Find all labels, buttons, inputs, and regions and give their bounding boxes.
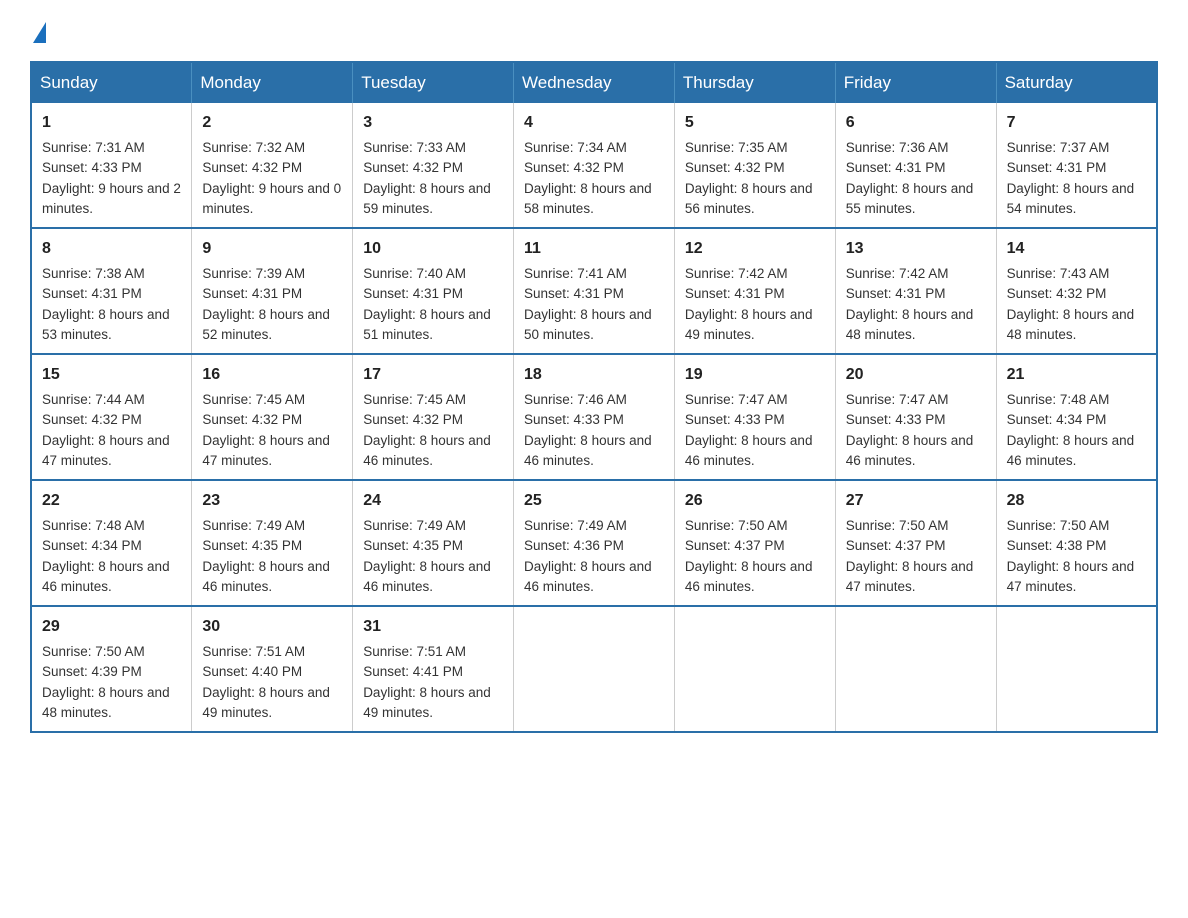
calendar-week-row: 1Sunrise: 7:31 AMSunset: 4:33 PMDaylight… [31,103,1157,228]
calendar-week-row: 8Sunrise: 7:38 AMSunset: 4:31 PMDaylight… [31,228,1157,354]
day-number: 28 [1007,489,1146,513]
calendar-cell: 24Sunrise: 7:49 AMSunset: 4:35 PMDayligh… [353,480,514,606]
day-number: 23 [202,489,342,513]
calendar-cell: 17Sunrise: 7:45 AMSunset: 4:32 PMDayligh… [353,354,514,480]
day-number: 7 [1007,111,1146,135]
calendar-cell [674,606,835,732]
calendar-cell [514,606,675,732]
calendar-cell: 21Sunrise: 7:48 AMSunset: 4:34 PMDayligh… [996,354,1157,480]
calendar-cell: 10Sunrise: 7:40 AMSunset: 4:31 PMDayligh… [353,228,514,354]
day-number: 15 [42,363,181,387]
calendar-cell: 30Sunrise: 7:51 AMSunset: 4:40 PMDayligh… [192,606,353,732]
calendar-cell [996,606,1157,732]
day-number: 16 [202,363,342,387]
calendar-cell: 18Sunrise: 7:46 AMSunset: 4:33 PMDayligh… [514,354,675,480]
calendar-cell: 4Sunrise: 7:34 AMSunset: 4:32 PMDaylight… [514,103,675,228]
day-number: 22 [42,489,181,513]
day-number: 20 [846,363,986,387]
calendar-cell: 6Sunrise: 7:36 AMSunset: 4:31 PMDaylight… [835,103,996,228]
calendar-cell: 11Sunrise: 7:41 AMSunset: 4:31 PMDayligh… [514,228,675,354]
calendar-cell: 28Sunrise: 7:50 AMSunset: 4:38 PMDayligh… [996,480,1157,606]
day-of-week-header: Wednesday [514,62,675,103]
day-number: 18 [524,363,664,387]
day-number: 4 [524,111,664,135]
calendar-cell [835,606,996,732]
calendar-table: SundayMondayTuesdayWednesdayThursdayFrid… [30,61,1158,733]
calendar-header-row: SundayMondayTuesdayWednesdayThursdayFrid… [31,62,1157,103]
day-number: 10 [363,237,503,261]
day-number: 25 [524,489,664,513]
calendar-cell: 31Sunrise: 7:51 AMSunset: 4:41 PMDayligh… [353,606,514,732]
calendar-cell: 29Sunrise: 7:50 AMSunset: 4:39 PMDayligh… [31,606,192,732]
day-number: 24 [363,489,503,513]
day-number: 9 [202,237,342,261]
day-of-week-header: Tuesday [353,62,514,103]
page-header [30,20,1158,43]
day-number: 6 [846,111,986,135]
day-number: 17 [363,363,503,387]
day-number: 14 [1007,237,1146,261]
calendar-cell: 14Sunrise: 7:43 AMSunset: 4:32 PMDayligh… [996,228,1157,354]
day-of-week-header: Saturday [996,62,1157,103]
calendar-cell: 13Sunrise: 7:42 AMSunset: 4:31 PMDayligh… [835,228,996,354]
calendar-cell: 9Sunrise: 7:39 AMSunset: 4:31 PMDaylight… [192,228,353,354]
logo [30,20,46,43]
calendar-cell: 8Sunrise: 7:38 AMSunset: 4:31 PMDaylight… [31,228,192,354]
day-of-week-header: Monday [192,62,353,103]
day-of-week-header: Thursday [674,62,835,103]
calendar-cell: 1Sunrise: 7:31 AMSunset: 4:33 PMDaylight… [31,103,192,228]
day-number: 21 [1007,363,1146,387]
day-number: 31 [363,615,503,639]
calendar-cell: 2Sunrise: 7:32 AMSunset: 4:32 PMDaylight… [192,103,353,228]
day-number: 27 [846,489,986,513]
calendar-cell: 26Sunrise: 7:50 AMSunset: 4:37 PMDayligh… [674,480,835,606]
day-number: 19 [685,363,825,387]
day-of-week-header: Sunday [31,62,192,103]
calendar-cell: 7Sunrise: 7:37 AMSunset: 4:31 PMDaylight… [996,103,1157,228]
calendar-cell: 27Sunrise: 7:50 AMSunset: 4:37 PMDayligh… [835,480,996,606]
day-number: 26 [685,489,825,513]
calendar-cell: 23Sunrise: 7:49 AMSunset: 4:35 PMDayligh… [192,480,353,606]
day-number: 29 [42,615,181,639]
calendar-cell: 3Sunrise: 7:33 AMSunset: 4:32 PMDaylight… [353,103,514,228]
day-number: 12 [685,237,825,261]
calendar-week-row: 29Sunrise: 7:50 AMSunset: 4:39 PMDayligh… [31,606,1157,732]
day-number: 13 [846,237,986,261]
calendar-cell: 19Sunrise: 7:47 AMSunset: 4:33 PMDayligh… [674,354,835,480]
day-number: 30 [202,615,342,639]
day-number: 1 [42,111,181,135]
day-number: 2 [202,111,342,135]
calendar-week-row: 22Sunrise: 7:48 AMSunset: 4:34 PMDayligh… [31,480,1157,606]
day-of-week-header: Friday [835,62,996,103]
calendar-cell: 12Sunrise: 7:42 AMSunset: 4:31 PMDayligh… [674,228,835,354]
day-number: 3 [363,111,503,135]
calendar-cell: 5Sunrise: 7:35 AMSunset: 4:32 PMDaylight… [674,103,835,228]
calendar-cell: 15Sunrise: 7:44 AMSunset: 4:32 PMDayligh… [31,354,192,480]
calendar-cell: 22Sunrise: 7:48 AMSunset: 4:34 PMDayligh… [31,480,192,606]
calendar-week-row: 15Sunrise: 7:44 AMSunset: 4:32 PMDayligh… [31,354,1157,480]
day-number: 5 [685,111,825,135]
day-number: 8 [42,237,181,261]
day-number: 11 [524,237,664,261]
calendar-cell: 25Sunrise: 7:49 AMSunset: 4:36 PMDayligh… [514,480,675,606]
calendar-cell: 16Sunrise: 7:45 AMSunset: 4:32 PMDayligh… [192,354,353,480]
calendar-cell: 20Sunrise: 7:47 AMSunset: 4:33 PMDayligh… [835,354,996,480]
